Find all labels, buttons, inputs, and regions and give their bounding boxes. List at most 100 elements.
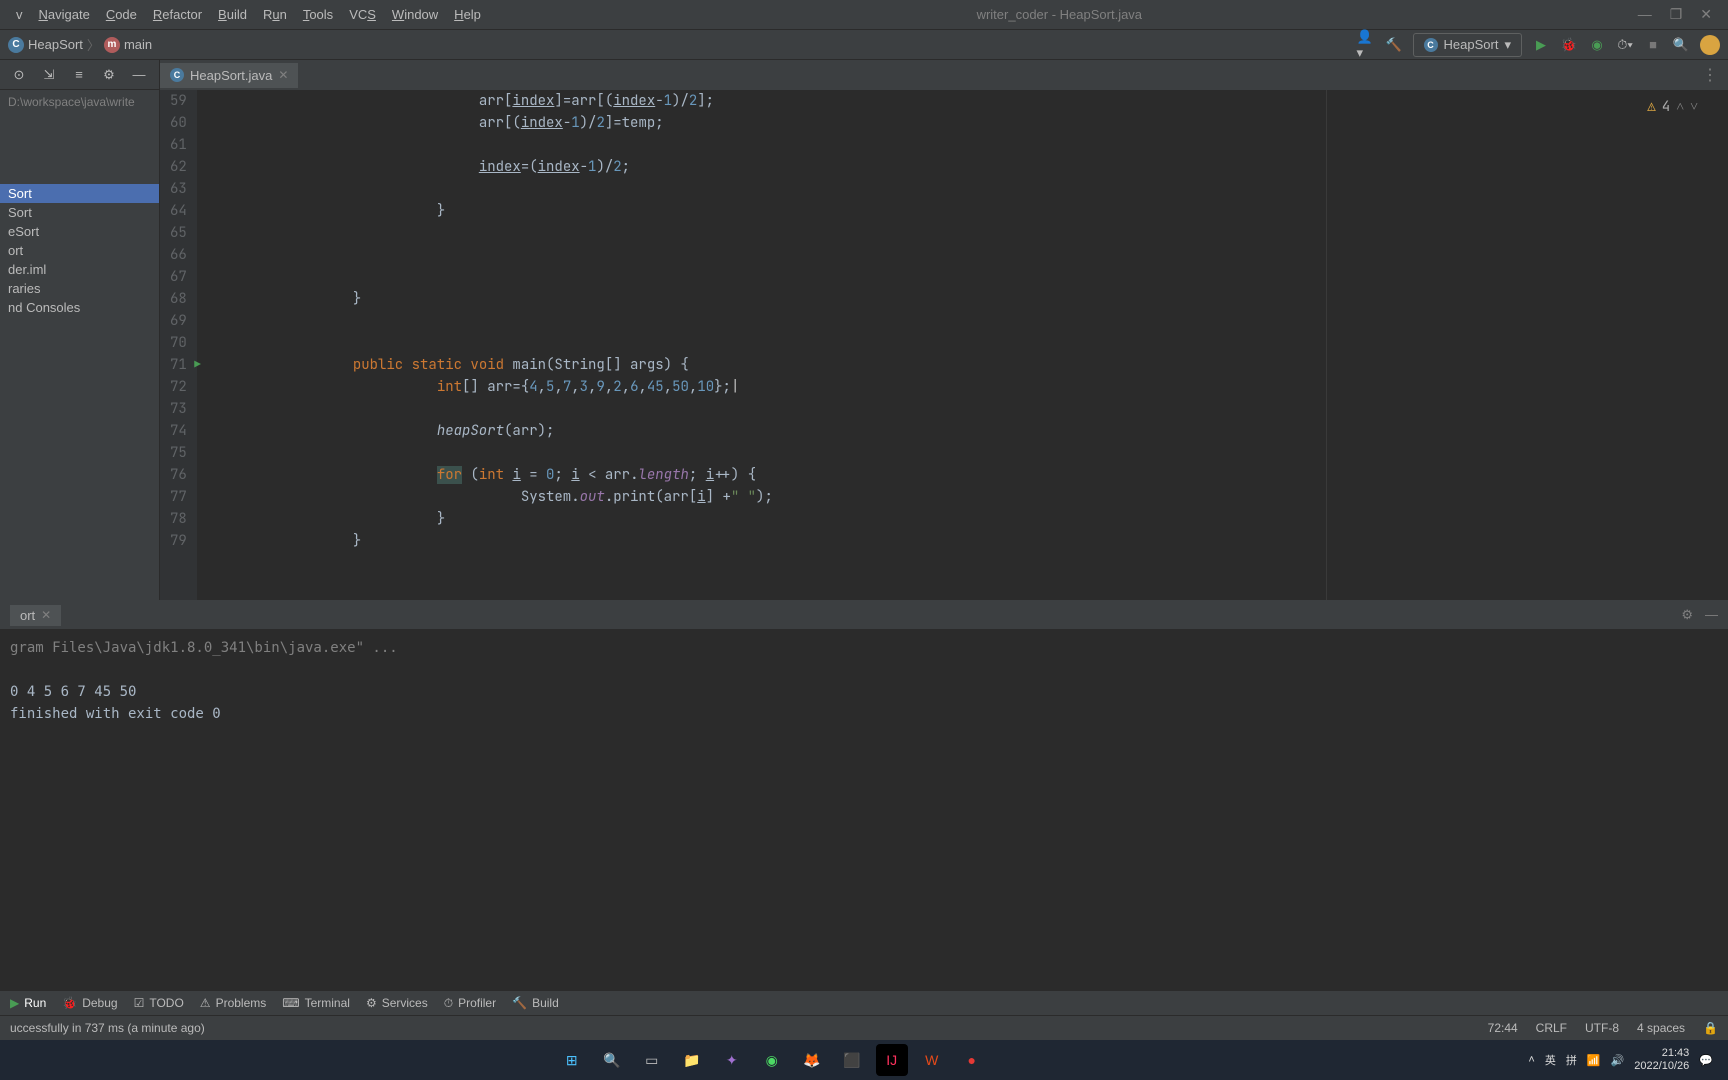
class-icon: C <box>1424 38 1438 52</box>
terminal-icon: ⌨ <box>282 996 299 1010</box>
close-window-button[interactable]: ✕ <box>1700 6 1712 23</box>
tray-wifi-icon[interactable]: 📶 <box>1587 1054 1601 1067</box>
add-user-icon[interactable]: 👤▾ <box>1357 36 1375 54</box>
tree-item[interactable]: eSort <box>0 222 159 241</box>
caret-position[interactable]: 72:44 <box>1488 1021 1518 1035</box>
tree-item[interactable]: der.iml <box>0 260 159 279</box>
tray-chevron-icon[interactable]: ˄ <box>1528 1054 1534 1066</box>
menu-run[interactable]: Run <box>255 3 295 26</box>
menu-help[interactable]: Help <box>446 3 489 26</box>
taskbar-start[interactable]: ⊞ <box>556 1044 588 1076</box>
run-config-selector[interactable]: C HeapSort ▾ <box>1413 33 1522 57</box>
run-session-tab[interactable]: ort ✕ <box>10 605 61 626</box>
gear-icon[interactable]: ⚙ <box>1681 607 1693 623</box>
menu-build[interactable]: Build <box>210 3 255 26</box>
tool-tab-run[interactable]: ▶Run <box>10 996 46 1010</box>
tray-ime[interactable]: 英 <box>1545 1052 1556 1068</box>
menu-window[interactable]: Window <box>384 3 446 26</box>
stop-button[interactable]: ■ <box>1644 36 1662 54</box>
taskbar-firefox[interactable]: 🦊 <box>796 1044 828 1076</box>
tool-tab-terminal[interactable]: ⌨Terminal <box>282 996 350 1010</box>
breadcrumb-class[interactable]: C HeapSort <box>8 37 83 53</box>
file-encoding[interactable]: UTF-8 <box>1585 1021 1619 1035</box>
taskbar-app[interactable]: ⬛ <box>836 1044 868 1076</box>
run-config-label: HeapSort <box>1444 37 1499 52</box>
tool-tab-debug[interactable]: 🐞Debug <box>62 996 117 1010</box>
close-tab-icon[interactable]: ✕ <box>41 608 51 622</box>
window-title: writer_coder - HeapSort.java <box>489 7 1630 22</box>
taskbar-app[interactable]: ● <box>956 1044 988 1076</box>
editor-tab-label: HeapSort.java <box>190 68 272 83</box>
lock-icon[interactable]: 🔒 <box>1703 1021 1718 1035</box>
taskbar-explorer[interactable]: 📁 <box>676 1044 708 1076</box>
tree-item[interactable]: nd Consoles <box>0 298 159 317</box>
chevron-up-icon[interactable]: ˄ <box>1676 98 1684 116</box>
tree-item[interactable]: raries <box>0 279 159 298</box>
run-button[interactable]: ▶ <box>1532 36 1550 54</box>
taskbar-app[interactable]: W <box>916 1044 948 1076</box>
taskbar-intellij[interactable]: IJ <box>876 1044 908 1076</box>
taskbar-search[interactable]: 🔍 <box>596 1044 628 1076</box>
windows-taskbar: ⊞ 🔍 ▭ 📁 ✦ ◉ 🦊 ⬛ IJ W ● ˄ 英 拼 📶 🔊 21:43 2… <box>0 1040 1728 1080</box>
profiler-button[interactable]: ⏱▾ <box>1616 36 1634 54</box>
close-tab-icon[interactable]: ✕ <box>278 68 288 82</box>
tree-item[interactable]: Sort <box>0 184 159 203</box>
tool-tab-profiler[interactable]: ⏱Profiler <box>444 996 496 1011</box>
inspection-count: 4 <box>1662 98 1670 116</box>
inspection-badge[interactable]: ⚠ 4 ˄ ˅ <box>1647 98 1698 116</box>
taskbar-apps: ⊞ 🔍 ▭ 📁 ✦ ◉ 🦊 ⬛ IJ W ● <box>556 1044 988 1076</box>
tree-item[interactable]: Sort <box>0 203 159 222</box>
hide-sidebar-icon[interactable]: — <box>130 66 148 84</box>
minimize-panel-icon[interactable]: — <box>1705 607 1718 623</box>
expand-icon[interactable]: ⇲ <box>40 66 58 84</box>
status-bar: uccessfully in 737 ms (a minute ago) 72:… <box>0 1015 1728 1040</box>
project-sidebar: ⊙ ⇲ ≡ ⚙ — D:\workspace\java\write Sort S… <box>0 60 160 600</box>
run-output[interactable]: gram Files\Java\jdk1.8.0_341\bin\java.ex… <box>0 629 1728 990</box>
search-icon[interactable]: 🔍 <box>1672 36 1690 54</box>
coverage-button[interactable]: ◉ <box>1588 36 1606 54</box>
tray-clock[interactable]: 21:43 2022/10/26 <box>1634 1047 1689 1073</box>
tool-tab-services[interactable]: ⚙Services <box>366 996 428 1010</box>
menu-navigate[interactable]: Navigate <box>31 3 98 26</box>
menu-refactor[interactable]: Refactor <box>145 3 210 26</box>
indent-config[interactable]: 4 spaces <box>1637 1021 1685 1035</box>
taskbar-app[interactable]: ◉ <box>756 1044 788 1076</box>
run-header: ort ✕ ⚙ — <box>0 601 1728 629</box>
profiler-icon: ⏱ <box>444 996 453 1011</box>
tray-ime2[interactable]: 拼 <box>1566 1052 1577 1068</box>
editor-tab[interactable]: C HeapSort.java ✕ <box>160 63 298 88</box>
chevron-down-icon[interactable]: ˅ <box>1690 98 1698 116</box>
tool-tab-problems[interactable]: ⚠Problems <box>200 996 266 1010</box>
menu-code[interactable]: Code <box>98 3 145 26</box>
taskbar-taskview[interactable]: ▭ <box>636 1044 668 1076</box>
code-editor[interactable]: 59606162636465666768697071▶7273747576777… <box>160 90 1728 600</box>
status-right: 72:44 CRLF UTF-8 4 spaces 🔒 <box>1488 1021 1718 1035</box>
editor-tab-bar: C HeapSort.java ✕ ⋮ <box>160 60 1728 90</box>
settings-icon[interactable]: ⚙ <box>100 66 118 84</box>
tool-tab-todo[interactable]: ☑TODO <box>134 996 184 1010</box>
target-icon[interactable]: ⊙ <box>10 66 28 84</box>
more-icon[interactable]: ⋮ <box>1702 65 1718 85</box>
taskbar-app[interactable]: ✦ <box>716 1044 748 1076</box>
menu-vcs[interactable]: VCS <box>341 3 384 26</box>
avatar[interactable] <box>1700 35 1720 55</box>
line-separator[interactable]: CRLF <box>1536 1021 1567 1035</box>
editor-gutter: 59606162636465666768697071▶7273747576777… <box>160 90 197 600</box>
build-hammer-icon[interactable]: 🔨 <box>1385 36 1403 54</box>
taskbar-tray: ˄ 英 拼 📶 🔊 21:43 2022/10/26 💬 <box>1528 1047 1713 1073</box>
tray-notifications-icon[interactable]: 💬 <box>1699 1054 1713 1067</box>
tool-tab-build[interactable]: 🔨Build <box>512 996 559 1010</box>
tray-volume-icon[interactable]: 🔊 <box>1611 1054 1625 1067</box>
menu-view-partial[interactable]: v <box>8 3 31 26</box>
minimize-button[interactable]: — <box>1638 6 1652 23</box>
maximize-button[interactable]: ❐ <box>1670 6 1683 23</box>
class-icon: C <box>170 68 184 82</box>
breadcrumb-method-label: main <box>124 37 152 52</box>
menu-tools[interactable]: Tools <box>295 3 341 26</box>
tree-item[interactable]: ort <box>0 241 159 260</box>
debug-button[interactable]: 🐞 <box>1560 36 1578 54</box>
breadcrumb-method[interactable]: m main <box>104 37 152 53</box>
sidebar-toolbar: ⊙ ⇲ ≡ ⚙ — <box>0 60 159 90</box>
collapse-icon[interactable]: ≡ <box>70 66 88 84</box>
run-tab-label: ort <box>20 608 35 623</box>
